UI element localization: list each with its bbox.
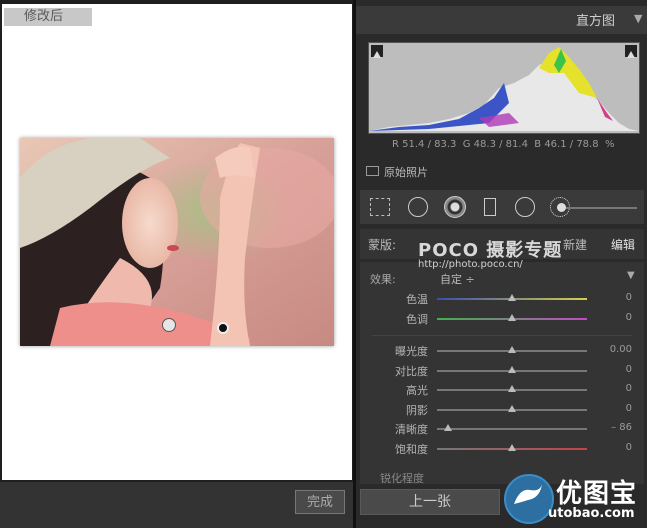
slider-thumb[interactable] [508,385,516,392]
photo-image [20,138,334,346]
effect-label: 效果: [370,273,396,286]
slider-label: 饱和度 [395,442,428,456]
slider-label: 曝光度 [395,345,428,358]
shadow-clipping-icon[interactable] [371,45,383,58]
graduated-filter-icon[interactable] [484,198,496,216]
brush-pin-grey[interactable] [162,318,176,332]
slider-value: 0 [625,383,632,394]
edit-mask-button[interactable]: 编辑 [611,236,635,253]
mask-label: 蒙版: [368,238,397,252]
redeye-icon[interactable] [444,196,466,218]
crop-icon[interactable] [370,198,390,216]
slider-thumb[interactable] [508,346,516,353]
slider-thumb[interactable] [508,404,516,412]
edited-photo [20,138,334,346]
slider-thumb[interactable] [508,313,516,321]
slider-label: 高光 [406,384,428,397]
slider-value: 0 [625,363,632,375]
utobao-logo-icon [504,474,554,524]
brush-size-thumb[interactable] [557,203,566,212]
done-button[interactable]: 完成 [295,490,345,514]
spot-removal-icon[interactable] [408,197,428,217]
histogram-title: 直方图 [576,14,616,29]
histogram-graph [368,42,640,134]
slider-label: 色调 [406,312,428,326]
slider-thumb[interactable] [508,294,516,301]
brush-size-slider[interactable] [565,207,637,209]
slider-value: 0.00 [609,344,632,355]
slider-thumb[interactable] [508,365,516,373]
slider-label: 清晰度 [395,423,428,436]
slider-value: – 86 [611,422,632,433]
effect-collapse-icon[interactable]: ▼ [627,270,635,281]
effect-dropdown[interactable]: 自定 ÷ [440,271,475,287]
previous-button[interactable]: 上一张 [360,489,500,515]
histogram-curves [369,47,639,131]
collapse-triangle-icon[interactable]: ▼ [634,12,642,25]
rgb-readout: R 51.4 / 83.3 G 48.3 / 81.4 B 46.1 / 78.… [392,139,615,150]
slider-label: 色温 [406,293,428,306]
poco-watermark-url: http://photo.poco.cn/ [418,259,523,270]
highlight-clipping-icon[interactable] [625,45,637,58]
original-photo-checkbox[interactable] [366,166,379,176]
slider-value: 0 [625,441,632,453]
after-badge: 修改后 [4,8,92,26]
slider-value: 0 [625,311,632,323]
brush-pin-active[interactable] [217,322,229,334]
new-mask-button[interactable]: 新建 [563,236,587,253]
slider-track[interactable] [437,428,587,430]
original-photo-label: 原始照片 [384,166,428,179]
radial-filter-icon[interactable] [515,197,535,217]
utobao-watermark-url: utobao.com [548,506,635,521]
slider-value: 0 [625,402,632,414]
slider-label: 对比度 [395,364,428,378]
slider-value: 0 [625,292,632,303]
utobao-watermark: 优图宝 [556,479,638,509]
slider-thumb[interactable] [443,424,452,431]
slider-thumb[interactable] [508,443,516,451]
slider-group-divider [372,335,632,336]
slider-label: 阴影 [406,403,428,417]
